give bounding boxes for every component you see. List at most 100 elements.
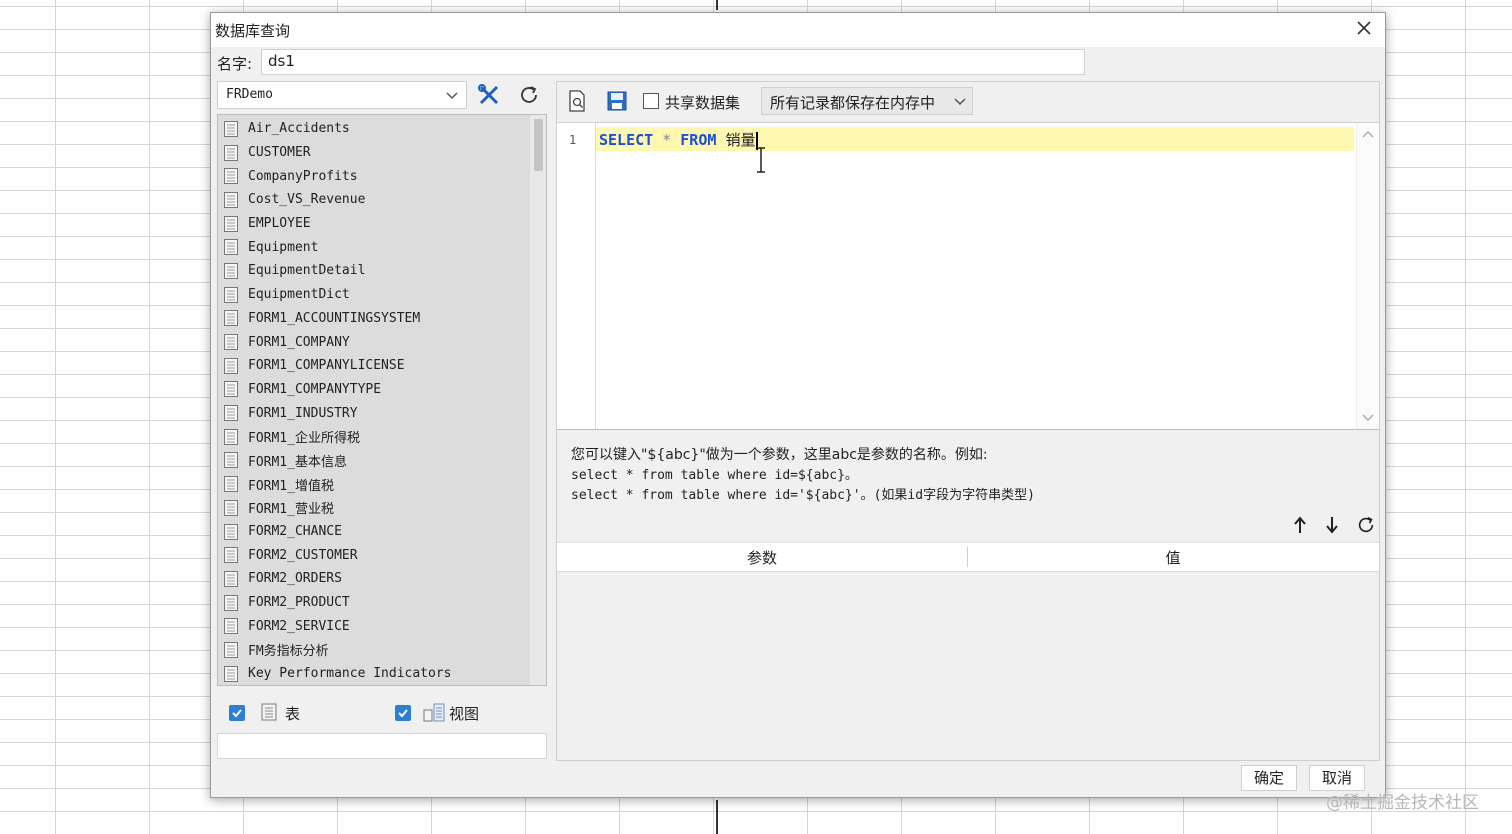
watermark: @稀土掘金技术社区 (1326, 793, 1479, 813)
table-list-item[interactable]: FORM2_CHANCE (218, 520, 528, 544)
table-list-item[interactable]: FORM2_ORDERS (218, 567, 528, 591)
table-icon (224, 191, 238, 208)
chevron-down-icon (446, 92, 458, 100)
scroll-up-icon[interactable] (1362, 129, 1374, 139)
table-name: Equipment (248, 239, 319, 255)
table-name: CompanyProfits (248, 168, 358, 184)
line-number: 1 (569, 133, 577, 147)
table-name: FORM1_COMPANY (248, 334, 350, 350)
table-name: FORM1_基本信息 (248, 454, 347, 470)
table-list-scrollbar[interactable] (530, 115, 546, 685)
memory-mode-value: 所有记录都保存在内存中 (770, 94, 936, 112)
table-list-item[interactable]: FORM1_企业所得税 (218, 425, 528, 449)
table-icon (224, 357, 238, 374)
sql-star: * (662, 131, 672, 149)
parameter-hint: 您可以键入"${abc}"做为一个参数，这里abc是参数的名称。例如: sele… (557, 430, 1379, 542)
arrow-up-icon (1294, 516, 1306, 533)
table-icon (224, 381, 238, 398)
share-dataset-checkbox[interactable] (643, 93, 659, 109)
parameter-table-header: 参数 值 (557, 542, 1379, 572)
text-cursor-icon (757, 147, 765, 173)
close-button[interactable] (1351, 17, 1377, 43)
datasource-select[interactable]: FRDemo (217, 81, 467, 109)
table-icon (224, 547, 238, 564)
table-icon (224, 570, 238, 587)
table-filter-checkbox[interactable] (229, 705, 245, 721)
database-query-dialog: 数据库查询 名字: ds1 FRDemo Air_Accidents CUSTOM… (210, 12, 1386, 798)
table-name: EMPLOYEE (248, 216, 311, 232)
move-down-button[interactable] (1321, 514, 1343, 536)
name-input[interactable]: ds1 (261, 49, 1085, 75)
sql-toolbar: 共享数据集 所有记录都保存在内存中 (557, 82, 1379, 123)
table-icon (224, 144, 238, 161)
table-search-input[interactable] (217, 733, 547, 759)
table-name: FORM1_企业所得税 (248, 431, 360, 447)
connection-config-button[interactable] (475, 82, 503, 108)
table-name: EquipmentDetail (248, 263, 366, 279)
table-list-item[interactable]: FORM1_COMPANY (218, 330, 528, 354)
table-list-item[interactable]: CUSTOMER (218, 141, 528, 165)
table-name: EquipmentDict (248, 287, 350, 303)
refresh-params-button[interactable] (1355, 514, 1377, 536)
table-list-item[interactable]: Equipment (218, 235, 528, 259)
sql-code-line[interactable]: SELECT * FROM 销量 (599, 129, 759, 150)
table-list-item[interactable]: EquipmentDetail (218, 259, 528, 283)
scroll-down-icon[interactable] (1362, 413, 1374, 423)
memory-mode-select[interactable]: 所有记录都保存在内存中 (761, 87, 973, 115)
table-list-item[interactable]: Cost_VS_Revenue (218, 188, 528, 212)
table-list-item[interactable]: FORM2_SERVICE (218, 614, 528, 638)
save-query-button[interactable] (603, 88, 631, 114)
table-name: FORM1_INDUSTRY (248, 405, 358, 421)
save-icon (607, 91, 627, 111)
title-bar: 数据库查询 (211, 13, 1385, 47)
center-divider-top (716, 0, 718, 10)
table-icon (224, 499, 238, 516)
table-list-item[interactable]: FORM1_营业税 (218, 496, 528, 520)
table-list-item[interactable]: FORM1_COMPANYTYPE (218, 378, 528, 402)
table-icon (224, 641, 238, 658)
hint-line-3: select * from table where id='${abc}'。(如… (571, 488, 1035, 503)
sql-editor-panel: 共享数据集 所有记录都保存在内存中 1 SELECT * FROM 销量 您可以… (556, 81, 1380, 761)
move-up-button[interactable] (1289, 514, 1311, 536)
chevron-down-icon (954, 98, 966, 106)
table-list-item[interactable]: EMPLOYEE (218, 212, 528, 236)
table-name: FORM1_营业税 (248, 502, 334, 518)
scroll-thumb[interactable] (534, 119, 543, 171)
param-name-column-header[interactable]: 参数 (557, 547, 967, 568)
sql-editor[interactable]: 1 SELECT * FROM 销量 (557, 123, 1379, 430)
view-filter-checkbox[interactable] (395, 705, 411, 721)
table-icon (224, 215, 238, 232)
table-list-item[interactable]: FORM1_增值税 (218, 472, 528, 496)
table-icon (224, 310, 238, 327)
refresh-tables-button[interactable] (515, 82, 543, 108)
dialog-title: 数据库查询 (215, 22, 291, 40)
table-icon (224, 428, 238, 445)
table-list-item[interactable]: FM务指标分析 (218, 638, 528, 662)
editor-scrollbar[interactable] (1356, 123, 1379, 429)
table-icon (224, 334, 238, 351)
table-list-item[interactable]: FORM1_INDUSTRY (218, 401, 528, 425)
table-icon (224, 286, 238, 303)
table-name: FORM2_CHANCE (248, 524, 342, 540)
table-list-item[interactable]: FORM1_基本信息 (218, 449, 528, 473)
table-list-item[interactable]: Air_Accidents (218, 117, 528, 141)
preview-button[interactable] (563, 88, 591, 114)
center-divider-bottom (716, 800, 718, 834)
table-list-item[interactable]: FORM1_ACCOUNTINGSYSTEM (218, 307, 528, 331)
table-list-item[interactable]: FORM2_CUSTOMER (218, 543, 528, 567)
close-icon (1357, 21, 1371, 35)
table-name: CUSTOMER (248, 145, 311, 161)
table-list-item[interactable]: CompanyProfits (218, 164, 528, 188)
table-list-item[interactable]: FORM2_PRODUCT (218, 591, 528, 615)
table-icon (224, 523, 238, 540)
hint-line-1: 您可以键入"${abc}"做为一个参数，这里abc是参数的名称。例如: (571, 447, 988, 463)
table-list-item[interactable]: EquipmentDict (218, 283, 528, 307)
table-list-item[interactable]: Key Performance Indicators (218, 662, 528, 685)
table-name: FORM2_CUSTOMER (248, 547, 358, 563)
ok-button[interactable]: 确定 (1241, 765, 1297, 791)
view-filter-label: 视图 (449, 705, 480, 723)
table-icon (224, 476, 238, 493)
table-list-item[interactable]: FORM1_COMPANYLICENSE (218, 354, 528, 378)
table-name: FORM1_COMPANYTYPE (248, 381, 382, 397)
param-value-column-header[interactable]: 值 (968, 547, 1378, 568)
